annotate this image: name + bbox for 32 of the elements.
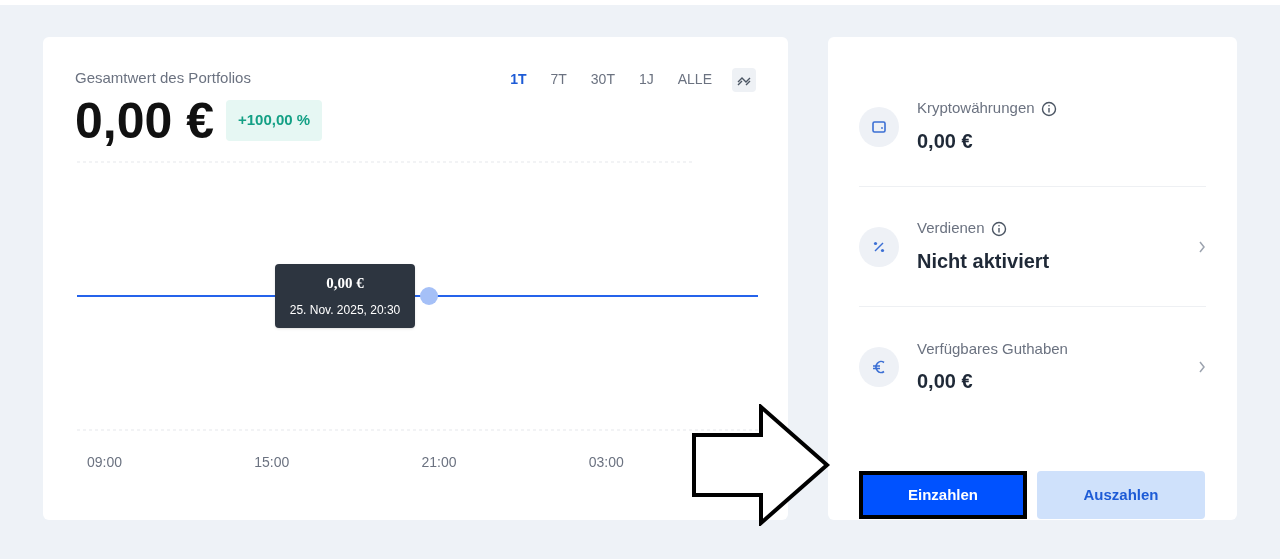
tooltip-value: 0,00 € (326, 274, 364, 294)
tooltip-date: 25. Nov. 2025, 20:30 (289, 301, 401, 319)
range-tab[interactable]: 1T (502, 67, 535, 92)
euro-icon (872, 359, 886, 375)
hover-point (420, 286, 438, 305)
range-tab[interactable]: ALLE (669, 67, 720, 92)
axis-label: 21:00 (421, 452, 458, 472)
portfolio-title: Gesamtwert des Portfolios (75, 68, 252, 88)
axis-label: 03:00 (588, 452, 625, 472)
summary-row[interactable]: Verdienen Nicht aktiviert (859, 187, 1206, 307)
summary-row[interactable]: Kryptowährungen 0,00 € (859, 67, 1206, 187)
change-badge: +100,00 % (226, 100, 323, 141)
withdraw-button[interactable]: Auszahlen (1037, 471, 1205, 519)
deposit-button[interactable]: Einzahlen (859, 471, 1027, 519)
axis-label: 15:00 (254, 452, 291, 472)
row-value: 0,00 € (917, 128, 974, 154)
summary-row[interactable]: Verfügbares Guthaben 0,00 € (859, 307, 1206, 427)
row-label: Verdienen (917, 218, 985, 239)
range-tab[interactable]: 7T (542, 67, 575, 92)
info-icon[interactable] (990, 220, 1007, 237)
range-tab[interactable]: 30T (582, 67, 623, 92)
wallet-icon (871, 118, 887, 135)
range-tab[interactable]: 1J (630, 67, 662, 92)
percent-icon (872, 239, 886, 254)
portfolio-value: 0,00 € (75, 95, 214, 146)
chart-type-button[interactable] (732, 67, 756, 92)
axis-label: 09:00 (87, 452, 124, 472)
row-value: Nicht aktiviert (917, 248, 1051, 274)
info-icon[interactable] (1040, 100, 1057, 117)
row-value: 0,00 € (917, 369, 974, 395)
row-label: Verfügbares Guthaben (917, 338, 1068, 359)
row-label: Kryptowährungen (917, 98, 1035, 119)
